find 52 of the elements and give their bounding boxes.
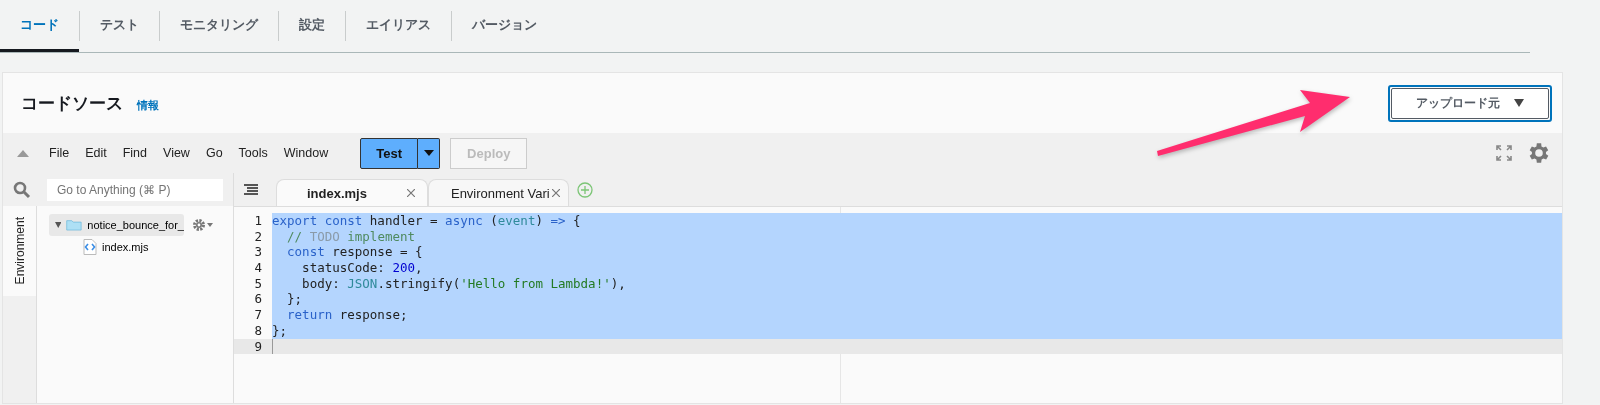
- text-cursor: [272, 338, 273, 354]
- menu-item[interactable]: Window: [275, 146, 337, 160]
- line-number: 6: [253, 291, 263, 308]
- line-number: 1: [253, 213, 263, 229]
- search-icon[interactable]: [13, 180, 31, 199]
- tab[interactable]: テスト: [80, 0, 159, 52]
- tab[interactable]: モニタリング: [160, 0, 278, 52]
- close-icon[interactable]: [551, 189, 560, 197]
- code-file-icon: [83, 239, 97, 255]
- tab[interactable]: エイリアス: [346, 0, 451, 52]
- code-line: };: [286, 291, 303, 308]
- menu-item[interactable]: Find: [114, 146, 156, 160]
- menu-item[interactable]: Edit: [77, 146, 115, 160]
- tab[interactable]: 設定: [279, 0, 345, 52]
- panel-title: コードソース: [21, 91, 123, 115]
- line-number: 4: [253, 260, 263, 276]
- menu-item[interactable]: Go: [197, 146, 231, 160]
- fullscreen-icon[interactable]: [1496, 145, 1512, 161]
- line-number: 3: [253, 244, 263, 261]
- caret-icon: [1514, 99, 1524, 107]
- code-line: export const handler = async (event) => {: [272, 213, 581, 229]
- close-icon[interactable]: [406, 189, 415, 197]
- editor-tab[interactable]: index.mjs: [276, 179, 428, 206]
- line-number: 5: [253, 275, 263, 292]
- line-number: 2: [253, 228, 263, 245]
- info-link[interactable]: 情報: [137, 97, 159, 113]
- line-number: 9: [234, 338, 272, 355]
- code-line: statusCode: 200,: [301, 260, 423, 276]
- menu-item[interactable]: View: [155, 146, 198, 160]
- code-line: // TODO implement: [286, 228, 415, 245]
- code-line: const response = {: [286, 244, 423, 261]
- test-button[interactable]: Test: [360, 137, 419, 169]
- line-number: 7: [253, 307, 263, 323]
- editor-tab[interactable]: Environment Vari: [427, 179, 569, 206]
- code-line: return response;: [286, 307, 408, 323]
- tree-file-item[interactable]: index.mjs: [49, 236, 229, 258]
- folder-icon: [66, 217, 83, 233]
- upload-button[interactable]: アップロード元: [1391, 87, 1549, 119]
- caret-icon: [423, 150, 434, 156]
- list-icon[interactable]: [244, 183, 258, 196]
- test-dropdown-button[interactable]: [418, 137, 441, 169]
- code-line: body: JSON.stringify('Hello from Lambda!'),: [301, 275, 626, 292]
- line-number: 8: [253, 322, 263, 339]
- menu-item[interactable]: Tools: [230, 146, 276, 160]
- tab[interactable]: バージョン: [452, 0, 557, 52]
- gear-icon[interactable]: [192, 218, 214, 232]
- code-line: };: [272, 322, 288, 339]
- tree-folder-item[interactable]: notice_bounce_for_: [49, 214, 184, 236]
- environment-tab[interactable]: Environment: [3, 206, 36, 296]
- search-field[interactable]: Go to Anything (⌘ P): [47, 178, 223, 201]
- menu-item[interactable]: File: [41, 146, 78, 160]
- collapse-icon[interactable]: [17, 149, 29, 157]
